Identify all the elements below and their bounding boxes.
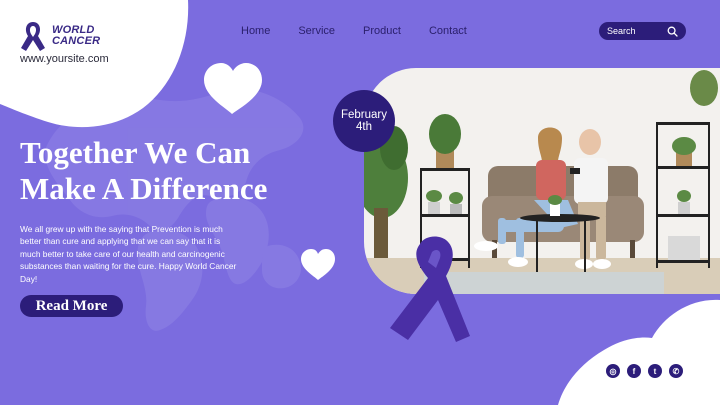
site-url: www.yoursite.com (20, 53, 109, 65)
date-badge: February 4th (333, 90, 395, 152)
bottom-right-blob (558, 299, 720, 405)
nav-home[interactable]: Home (241, 25, 270, 37)
hero-body-text: We all grew up with the saying that Prev… (20, 224, 237, 284)
date-month: February (340, 109, 388, 121)
date-day: 4th (356, 121, 372, 133)
search-icon[interactable] (667, 26, 678, 37)
main-nav: Home Service Product Contact (241, 25, 467, 37)
twitter-icon[interactable]: t (648, 364, 662, 378)
living-room-illustration (364, 68, 720, 294)
whatsapp-icon[interactable]: ✆ (669, 364, 683, 378)
facebook-icon[interactable]: f (627, 364, 641, 378)
headline-line-2: Make A Difference (20, 171, 268, 206)
social-links: ◎ f t ✆ (606, 364, 683, 378)
landing-page: WORLD CANCER www.yoursite.com Home Servi… (0, 0, 720, 405)
read-more-button[interactable]: Read More (20, 295, 123, 317)
ribbon-logo-icon (21, 22, 45, 51)
nav-contact[interactable]: Contact (429, 25, 467, 37)
brand-logo[interactable]: WORLD CANCER (20, 20, 112, 52)
brand-name: WORLD CANCER (52, 24, 101, 47)
nav-product[interactable]: Product (363, 25, 401, 37)
nav-service[interactable]: Service (298, 25, 335, 37)
search-label: Search (607, 26, 636, 36)
heart-small (301, 249, 335, 280)
hero-photo (364, 68, 720, 294)
instagram-icon[interactable]: ◎ (606, 364, 620, 378)
headline-line-1: Together We Can (20, 135, 251, 170)
hero-headline: Together We Can Make A Difference (20, 135, 267, 207)
search-input[interactable]: Search (599, 22, 686, 40)
